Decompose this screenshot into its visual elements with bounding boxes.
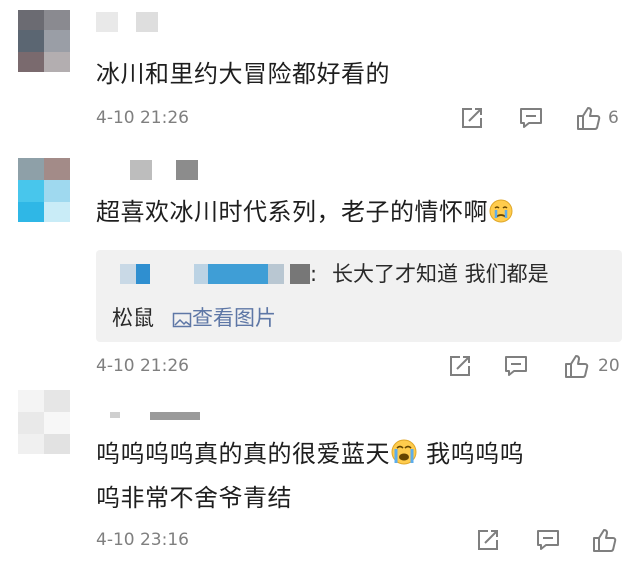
reply-separator: : (310, 262, 318, 286)
like-icon[interactable] (562, 352, 594, 382)
comment-text-part2: 我呜呜呜 (418, 440, 525, 468)
comment-text-content: 超喜欢冰川时代系列，老子的情怀啊 (96, 198, 488, 226)
username-blurred[interactable] (130, 160, 210, 180)
image-icon (172, 312, 192, 328)
reply-username-blurred[interactable] (120, 264, 320, 284)
username-blurred[interactable] (110, 412, 210, 420)
comment-icon[interactable] (517, 104, 549, 134)
view-image-link[interactable]: 查看图片 (172, 302, 276, 334)
share-icon[interactable] (458, 104, 490, 134)
comment-text-line2: 呜非常不舍爷青结 (96, 484, 292, 512)
comment-1: 冰川和里约大冒险都好看的 4-10 21:26 6 (0, 0, 640, 140)
reply-quote[interactable]: : 长大了才知道 我们都是 松鼠 查看图片 (96, 250, 622, 342)
comment-icon[interactable] (502, 352, 534, 382)
comment-meta: 4-10 23:16 (96, 526, 626, 556)
like-count: 6 (608, 108, 619, 128)
comment-text: 呜呜呜呜真的真的很爱蓝天 我呜呜呜 呜非常不舍爷青结 (96, 434, 620, 518)
like-count: 20 (598, 356, 620, 376)
like-icon[interactable] (574, 104, 606, 134)
share-icon[interactable] (474, 526, 506, 556)
comment-2: 超喜欢冰川时代系列，老子的情怀啊 : 长大了才知道 我们都是 松鼠 查看图片 4… (0, 140, 640, 390)
comment-icon[interactable] (534, 526, 566, 556)
timestamp: 4-10 21:26 (96, 356, 189, 376)
avatar[interactable] (18, 390, 70, 454)
crying-face-icon (488, 196, 514, 236)
comment-meta: 4-10 21:26 6 (96, 104, 626, 134)
view-image-label: 查看图片 (192, 306, 276, 330)
avatar[interactable] (18, 158, 70, 222)
avatar[interactable] (18, 10, 70, 72)
comment-meta: 4-10 21:26 20 (96, 352, 626, 382)
comment-text: 冰川和里约大冒险都好看的 (96, 60, 390, 88)
comment-text: 超喜欢冰川时代系列，老子的情怀啊 (96, 192, 620, 236)
username-blurred[interactable] (96, 12, 166, 32)
reply-text-line2: 松鼠 (112, 306, 154, 330)
comment-text-part1: 呜呜呜呜真的真的很爱蓝天 (96, 440, 390, 468)
timestamp: 4-10 23:16 (96, 530, 189, 550)
reply-text: 长大了才知道 我们都是 (332, 262, 549, 286)
like-icon[interactable] (590, 526, 622, 556)
share-icon[interactable] (446, 352, 478, 382)
loudly-crying-face-icon (390, 438, 418, 478)
comment-3: 呜呜呜呜真的真的很爱蓝天 我呜呜呜 呜非常不舍爷青结 4-10 23:16 (0, 390, 640, 568)
timestamp: 4-10 21:26 (96, 108, 189, 128)
